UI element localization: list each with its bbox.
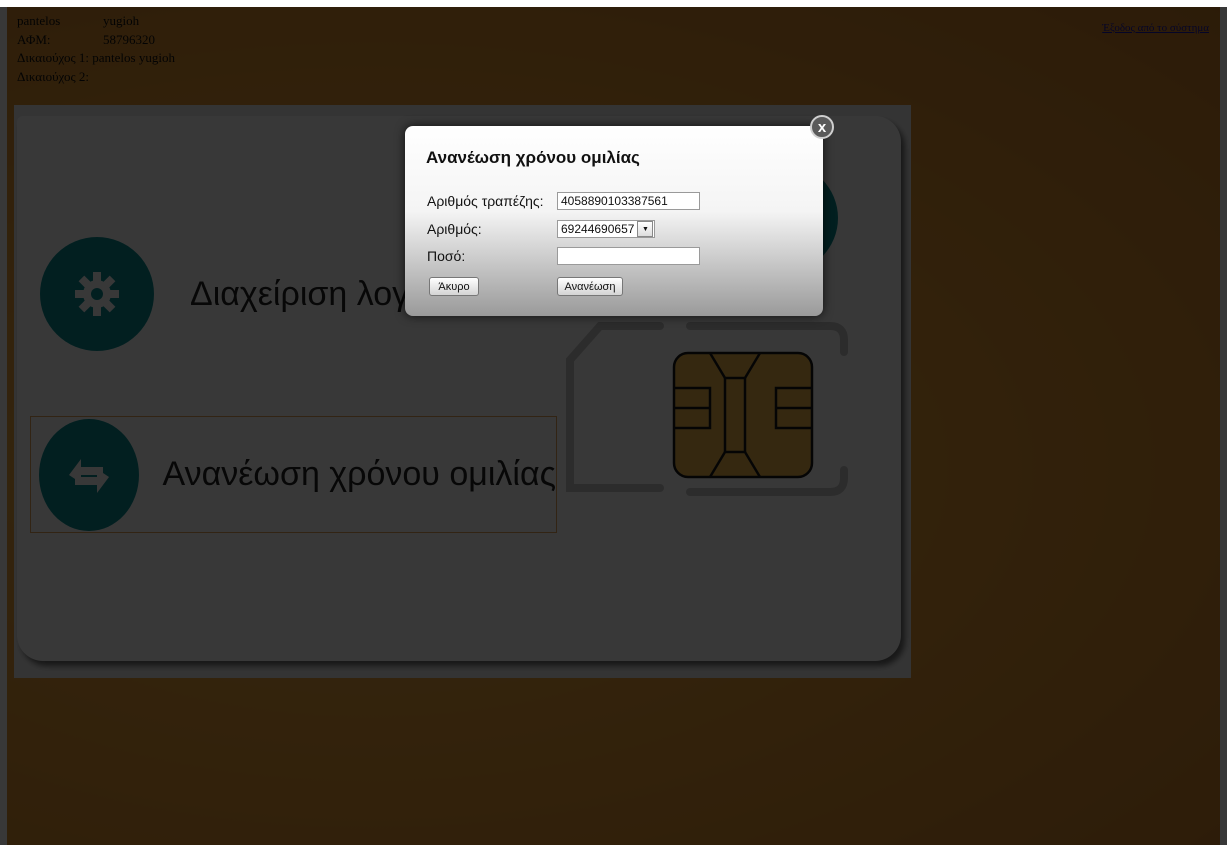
menu-item-label: Ανανέωση χρόνου ομιλίας <box>162 455 556 493</box>
cancel-button[interactable]: Άκυρο <box>429 277 479 296</box>
menu-item-account-management[interactable]: Διαχείριση λογ <box>40 237 409 351</box>
dialog-title: Ανανέωση χρόνου ομιλίας <box>426 148 640 167</box>
logout-link[interactable]: Έξοδος από το σύστημα <box>1102 22 1209 34</box>
gear-icon <box>75 272 119 316</box>
sim-card-icon <box>566 322 848 496</box>
afm-label: ΑΦΜ: <box>17 31 51 47</box>
amount-input[interactable] <box>557 247 700 265</box>
close-icon[interactable]: x <box>810 115 834 139</box>
phone-number-label: Αριθμός: <box>427 221 482 237</box>
refresh-icon <box>68 458 109 493</box>
menu-item-circle <box>40 237 154 351</box>
holder1-text: Δικαιούχος 1: pantelos yugioh <box>17 50 175 65</box>
menu-item-circle <box>39 418 139 531</box>
user-info: pantelos yugioh ΑΦΜ: 58796320 Δικαιούχος 1… <box>17 12 175 86</box>
amount-row: Ποσό: <box>427 247 700 265</box>
top-margin <box>0 0 1227 7</box>
card-number-row: Αριθμός τραπέζης: 4058890103387561 <box>427 192 700 210</box>
menu-item-renew-talk-time[interactable]: Ανανέωση χρόνου ομιλίας <box>30 416 557 533</box>
menu-item-label: Διαχείριση λογ <box>190 274 410 313</box>
renew-button[interactable]: Ανανέωση <box>557 277 623 296</box>
phone-number-value: 69244690657 <box>561 222 635 236</box>
afm-value: 58796320 <box>103 31 155 47</box>
holder2-text: Δικαιούχος 2: <box>17 68 90 84</box>
phone-number-row: Αριθμός: 69244690657 ▼ <box>427 220 656 238</box>
card-number-label: Αριθμός τραπέζης: <box>427 193 544 209</box>
chevron-down-icon[interactable]: ▼ <box>637 221 654 237</box>
phone-number-select[interactable]: 69244690657 ▼ <box>557 220 656 238</box>
card-number-input[interactable]: 4058890103387561 <box>557 192 700 210</box>
amount-label: Ποσό: <box>427 248 466 264</box>
username-label: pantelos <box>17 13 61 28</box>
renew-dialog: Ανανέωση χρόνου ομιλίας Αριθμός τραπέζης… <box>405 126 823 316</box>
username-value: yugioh <box>103 13 140 28</box>
